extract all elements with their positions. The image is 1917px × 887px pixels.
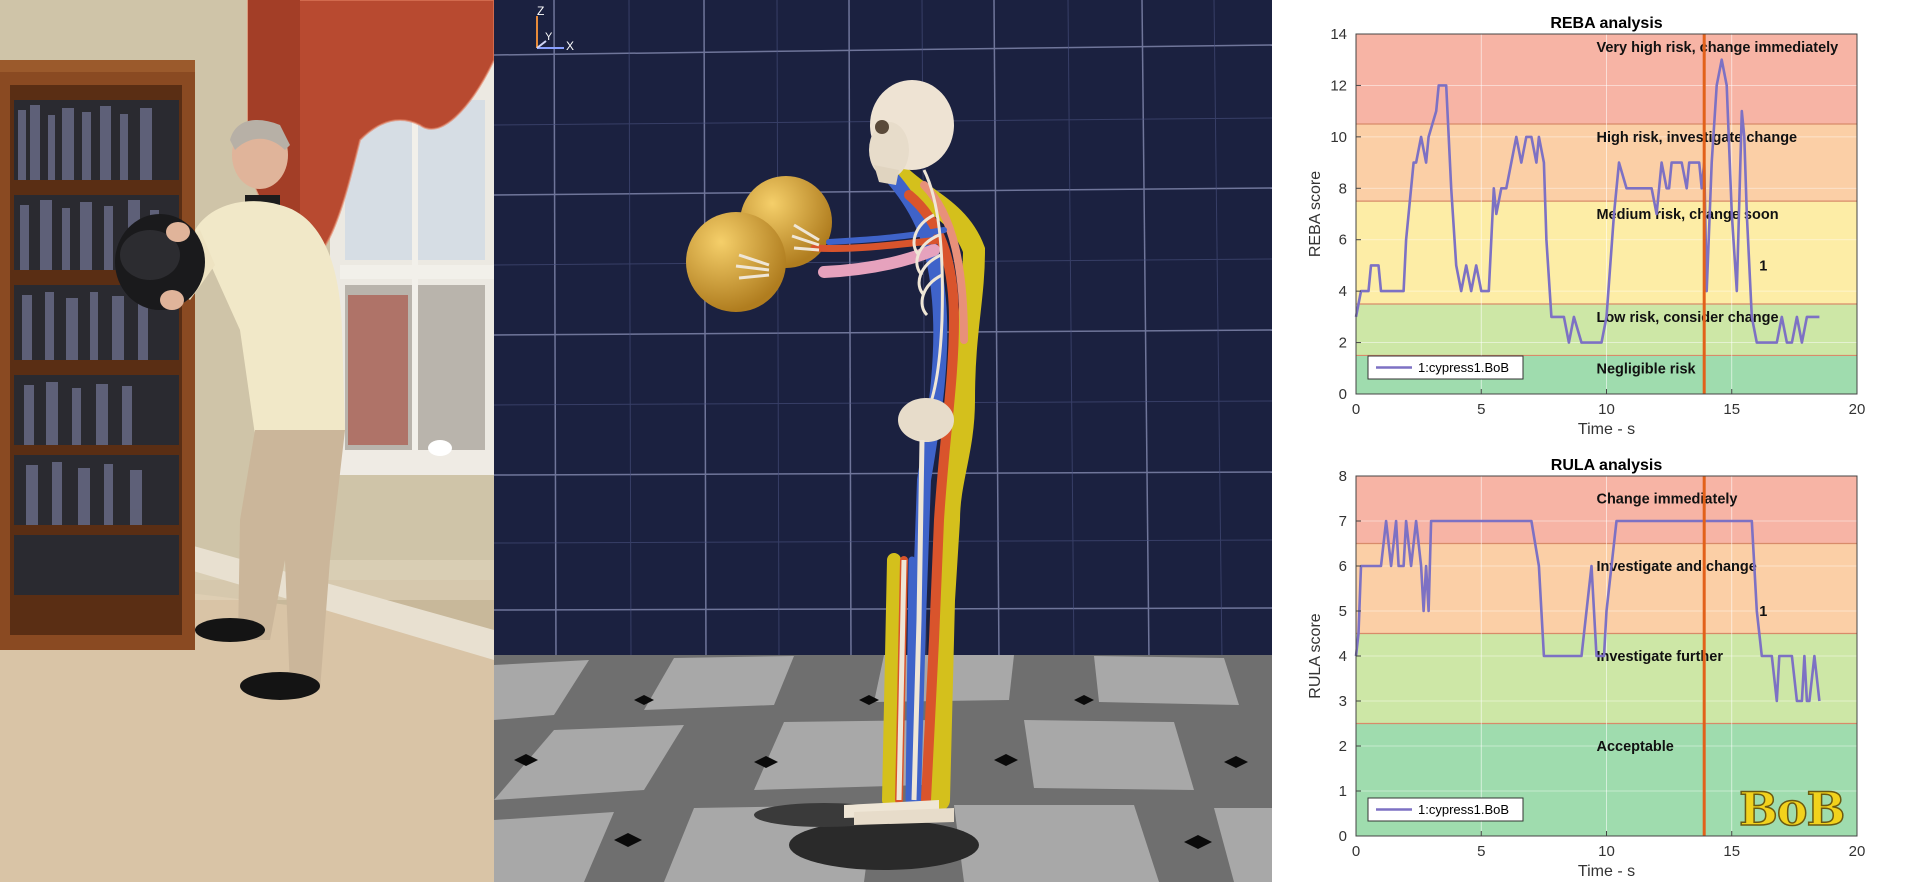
chart1-x-tick-label: 5 — [1477, 401, 1485, 418]
chart1-zone-label: Very high risk, change immediately — [1596, 40, 1838, 56]
chart2-zone-label: Investigate and change — [1596, 559, 1756, 575]
chart2-x-tick-label: 20 — [1849, 843, 1866, 860]
chart1-x-tick-label: 10 — [1598, 401, 1615, 418]
chart1-x-tick-label: 15 — [1723, 401, 1740, 418]
chart2-x-tick-label: 5 — [1477, 843, 1485, 860]
chart2-x-axis-label: Time - s — [1578, 863, 1635, 880]
chart2-x-tick-label: 15 — [1723, 843, 1740, 860]
chart1-y-tick-label: 6 — [1339, 232, 1347, 249]
chart2-x-tick-label: 0 — [1352, 843, 1360, 860]
chart2-y-tick-label: 2 — [1339, 738, 1347, 755]
chart2-zone-label: Change immediately — [1596, 492, 1737, 508]
chart1-y-tick-label: 2 — [1339, 335, 1347, 352]
axis-x-label: X — [566, 39, 575, 53]
chart1-y-tick-label: 8 — [1339, 180, 1347, 197]
chart2-y-tick-label: 4 — [1339, 648, 1347, 665]
chart1-y-tick-label: 4 — [1339, 283, 1347, 300]
bob-logo-text: BoB — [1738, 781, 1846, 837]
chart2-y-axis-label: RULA score — [1307, 613, 1324, 698]
chart1-y-tick-label: 0 — [1339, 386, 1347, 403]
chart1-zone-label: Negligible risk — [1596, 361, 1696, 377]
axis-z-label: Z — [537, 4, 545, 18]
video-frame — [0, 0, 494, 882]
chart1-zone-label: Medium risk, change soon — [1596, 207, 1778, 223]
chart2-y-tick-label: 1 — [1339, 783, 1347, 800]
axis-y-label: Y — [545, 31, 553, 43]
chart1-y-tick-label: 12 — [1330, 77, 1347, 94]
analysis-charts: Negligible riskLow risk, consider change… — [1307, 15, 1866, 880]
chart2-y-tick-label: 8 — [1339, 468, 1347, 485]
simulation-art — [494, 0, 1272, 882]
chart2-x-tick-label: 10 — [1598, 843, 1615, 860]
chart1-series-marker-label: 1 — [1759, 258, 1767, 274]
chart2-title: RULA analysis — [1551, 457, 1663, 474]
chart2-y-tick-label: 0 — [1339, 828, 1347, 845]
simulation-viewport[interactable]: Z Y X — [494, 0, 1272, 882]
chart1-x-tick-label: 20 — [1849, 401, 1866, 418]
chart1-zone-label: High risk, investigate change — [1596, 130, 1797, 146]
chart2-series-marker-label: 1 — [1759, 604, 1767, 620]
chart1-y-tick-label: 10 — [1330, 129, 1347, 146]
chart1-y-axis-label: REBA score — [1307, 171, 1324, 257]
chart1-y-tick-label: 14 — [1330, 26, 1347, 43]
chart2-zone-label: Acceptable — [1596, 739, 1673, 755]
chart2-y-tick-label: 5 — [1339, 603, 1347, 620]
video-frame-art — [0, 0, 494, 882]
chart1-x-tick-label: 0 — [1352, 401, 1360, 418]
bob-logo: BoB — [1738, 781, 1849, 838]
chart2-y-tick-label: 7 — [1339, 513, 1347, 530]
chart1-x-axis-label: Time - s — [1578, 421, 1635, 438]
chart1-legend-entry: 1:cypress1.BoB — [1418, 360, 1509, 375]
chart2-y-tick-label: 6 — [1339, 558, 1347, 575]
analysis-panel: Negligible risk Low risk, consider change… — [1272, 0, 1917, 882]
xyz-axes-icon: Z Y X — [532, 4, 582, 54]
chart2-y-tick-label: 3 — [1339, 693, 1347, 710]
chart2-legend-entry: 1:cypress1.BoB — [1418, 802, 1509, 817]
chart1-title: REBA analysis — [1550, 15, 1662, 32]
